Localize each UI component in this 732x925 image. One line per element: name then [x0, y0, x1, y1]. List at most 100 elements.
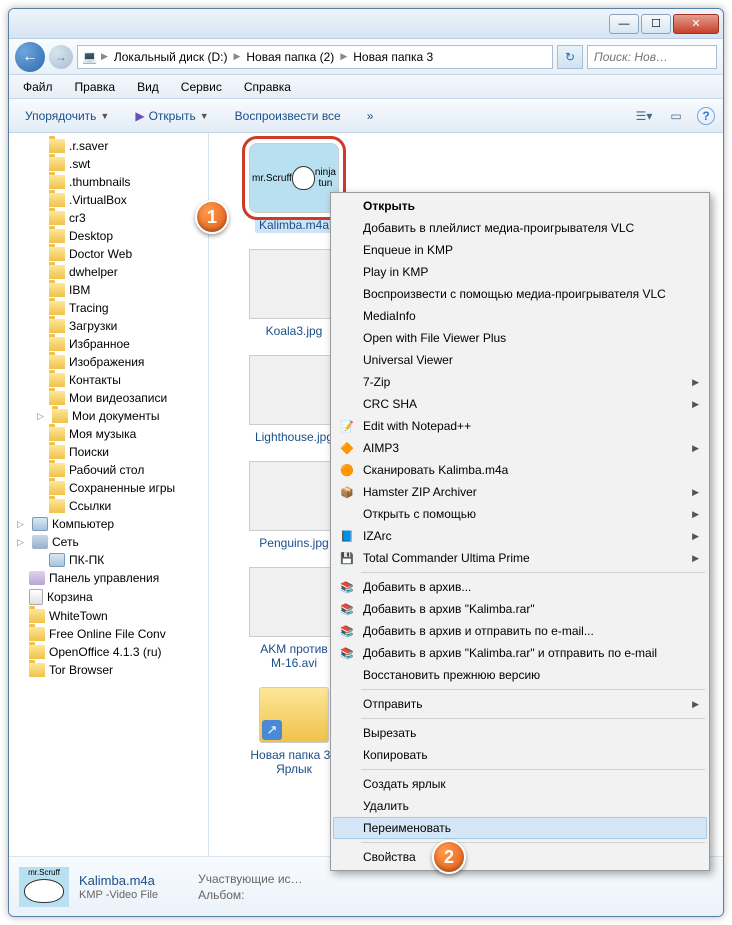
context-menu-item[interactable]: 💾Total Commander Ultima Prime▶ — [333, 547, 707, 569]
preview-pane-icon[interactable]: ▭ — [665, 105, 687, 127]
folder-icon — [49, 229, 65, 243]
tree-label: Сеть — [52, 535, 79, 549]
context-menu-item[interactable]: 📦Hamster ZIP Archiver▶ — [333, 481, 707, 503]
context-menu-item[interactable]: 📝Edit with Notepad++ — [333, 415, 707, 437]
context-menu-item[interactable]: Enqueue in KMP — [333, 239, 707, 261]
tree-node[interactable]: Сохраненные игры — [9, 479, 208, 497]
menu-item-icon: 📘 — [339, 528, 355, 544]
expand-icon[interactable]: ▷ — [15, 537, 26, 548]
tree-node[interactable]: IBM — [9, 281, 208, 299]
close-button[interactable]: ✕ — [673, 14, 719, 34]
tree-node[interactable]: .thumbnails — [9, 173, 208, 191]
tree-label: Мои видеозаписи — [69, 391, 167, 405]
tree-node[interactable]: Изображения — [9, 353, 208, 371]
tree-node[interactable]: Контакты — [9, 371, 208, 389]
maximize-button[interactable]: ☐ — [641, 14, 671, 34]
back-button[interactable]: ← — [15, 42, 45, 72]
context-menu-item[interactable]: 📚Добавить в архив и отправить по e-mail.… — [333, 620, 707, 642]
folder-icon — [49, 157, 65, 171]
tree-node[interactable]: Мои видеозаписи — [9, 389, 208, 407]
tree-node[interactable]: Панель управления — [9, 569, 208, 587]
crumb-disk[interactable]: Локальный диск (D:) — [112, 50, 230, 64]
view-options-icon[interactable]: ☰▾ — [633, 105, 655, 127]
submenu-arrow-icon: ▶ — [692, 699, 699, 710]
tree-label: Doctor Web — [69, 247, 132, 261]
context-menu-item[interactable]: 📚Добавить в архив... — [333, 576, 707, 598]
crumb-folder2[interactable]: Новая папка 3 — [351, 50, 435, 64]
tree-node[interactable]: ▷Мои документы — [9, 407, 208, 425]
tree-node[interactable]: dwhelper — [9, 263, 208, 281]
tree-node[interactable]: Корзина — [9, 587, 208, 607]
refresh-button[interactable]: ↻ — [557, 45, 583, 69]
expand-icon[interactable]: ▷ — [15, 519, 26, 530]
menu-edit[interactable]: Правка — [65, 78, 126, 96]
tree-node[interactable]: Избранное — [9, 335, 208, 353]
tree-node[interactable]: Загрузки — [9, 317, 208, 335]
context-menu-item[interactable]: Universal Viewer — [333, 349, 707, 371]
tree-node[interactable]: Моя музыка — [9, 425, 208, 443]
context-menu-item[interactable]: Отправить▶ — [333, 693, 707, 715]
minimize-button[interactable]: — — [609, 14, 639, 34]
context-menu-item[interactable]: Добавить в плейлист медиа-проигрывателя … — [333, 217, 707, 239]
breadcrumb[interactable]: 💻 ▶ Локальный диск (D:) ▶ Новая папка (2… — [77, 45, 553, 69]
tree-node[interactable]: ▷ Сеть — [9, 533, 208, 551]
tree-node[interactable]: .swt — [9, 155, 208, 173]
context-menu-item[interactable]: Создать ярлык — [333, 773, 707, 795]
tree-node[interactable]: Поиски — [9, 443, 208, 461]
toolbar-more-button[interactable]: » — [359, 105, 382, 127]
crumb-folder1[interactable]: Новая папка (2) — [244, 50, 336, 64]
context-menu-item[interactable]: 📘IZArc▶ — [333, 525, 707, 547]
play-all-button[interactable]: Воспроизвести все — [227, 105, 349, 127]
menu-item-icon: 📦 — [339, 484, 355, 500]
tree-node[interactable]: cr3 — [9, 209, 208, 227]
tree-node[interactable]: ▷Компьютер — [9, 515, 208, 533]
context-menu-item[interactable]: CRC SHA▶ — [333, 393, 707, 415]
context-menu-item[interactable]: Воспроизвести с помощью медиа-проигрыват… — [333, 283, 707, 305]
tree-node[interactable]: WhiteTown — [9, 607, 208, 625]
context-menu-item[interactable]: 7-Zip▶ — [333, 371, 707, 393]
context-menu-item[interactable]: Открыть с помощью▶ — [333, 503, 707, 525]
context-menu-item[interactable]: Свойства — [333, 846, 707, 868]
help-icon[interactable]: ? — [697, 107, 715, 125]
tree-node[interactable]: Free Online File Conv — [9, 625, 208, 643]
context-menu-item[interactable]: 📚Добавить в архив "Kalimba.rar" и отправ… — [333, 642, 707, 664]
tree-node[interactable]: ПК-ПК — [9, 551, 208, 569]
tree-node[interactable]: .r.saver — [9, 137, 208, 155]
context-menu-item[interactable]: Копировать — [333, 744, 707, 766]
context-menu-item[interactable]: Переименовать — [333, 817, 707, 839]
menu-item-label: Добавить в архив "Kalimba.rar" и отправи… — [363, 646, 657, 660]
menu-help[interactable]: Справка — [234, 78, 301, 96]
tree-node[interactable]: Tracing — [9, 299, 208, 317]
menu-view[interactable]: Вид — [127, 78, 169, 96]
expand-icon[interactable]: ▷ — [35, 411, 46, 422]
organize-button[interactable]: Упорядочить▼ — [17, 105, 117, 127]
menu-file[interactable]: Файл — [13, 78, 63, 96]
folder-icon — [49, 193, 65, 207]
context-menu-item[interactable]: Удалить — [333, 795, 707, 817]
menu-tools[interactable]: Сервис — [171, 78, 232, 96]
context-menu-item[interactable]: Open with File Viewer Plus — [333, 327, 707, 349]
tree-node[interactable]: Desktop — [9, 227, 208, 245]
open-button[interactable]: Открыть▼ — [127, 105, 216, 127]
context-menu-item[interactable]: 🔶AIMP3▶ — [333, 437, 707, 459]
thumbnail-image — [249, 355, 339, 425]
tree-node[interactable]: .VirtualBox — [9, 191, 208, 209]
search-input[interactable] — [587, 45, 717, 69]
context-menu-item[interactable]: Play in KMP — [333, 261, 707, 283]
context-menu-item[interactable]: Восстановить прежнюю версию — [333, 664, 707, 686]
menu-item-icon: 💾 — [339, 550, 355, 566]
context-menu-item[interactable]: MediaInfo — [333, 305, 707, 327]
context-menu-item[interactable]: 🟠Сканировать Kalimba.m4a — [333, 459, 707, 481]
tree-node[interactable]: Рабочий стол — [9, 461, 208, 479]
context-menu-item[interactable]: 📚Добавить в архив "Kalimba.rar" — [333, 598, 707, 620]
tree-node[interactable]: Tor Browser — [9, 661, 208, 679]
context-menu-item[interactable]: Открыть — [333, 195, 707, 217]
menu-item-label: Добавить в плейлист медиа-проигрывателя … — [363, 221, 634, 235]
context-menu-item[interactable]: Вырезать — [333, 722, 707, 744]
tree-node[interactable]: Ссылки — [9, 497, 208, 515]
tree-label: Ссылки — [69, 499, 111, 513]
tree-node[interactable]: OpenOffice 4.1.3 (ru) — [9, 643, 208, 661]
folder-tree[interactable]: .r.saver.swt.thumbnails.VirtualBoxcr3Des… — [9, 133, 209, 856]
tree-label: IBM — [69, 283, 90, 297]
tree-node[interactable]: Doctor Web — [9, 245, 208, 263]
